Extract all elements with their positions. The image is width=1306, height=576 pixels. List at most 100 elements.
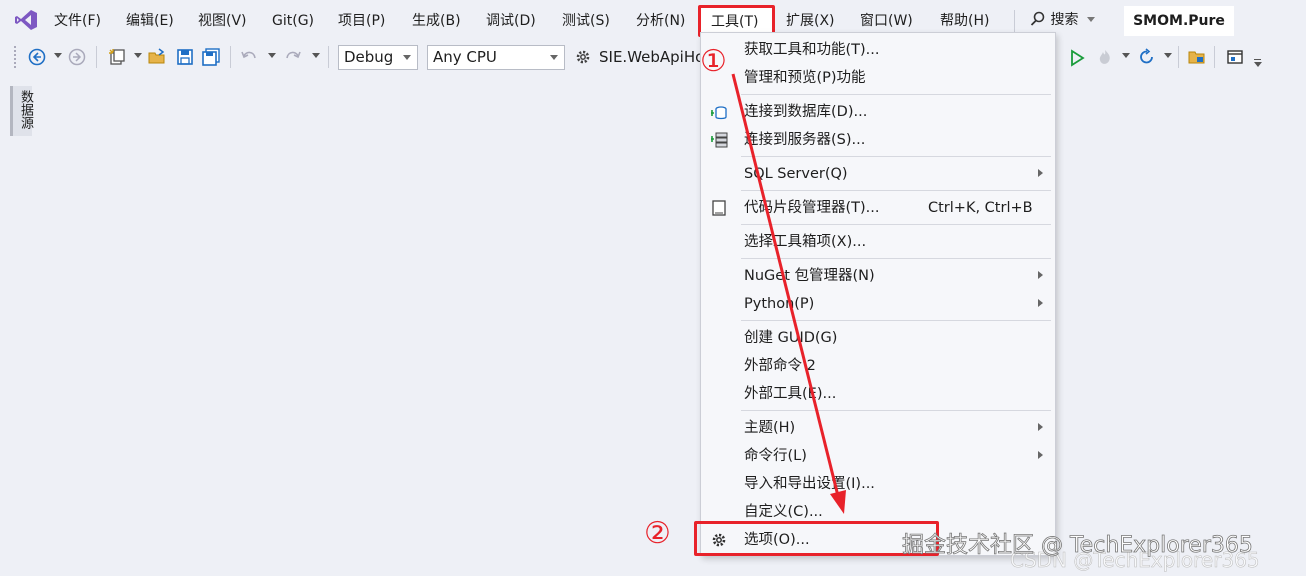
refresh-icon[interactable]	[1138, 48, 1156, 66]
search-button[interactable]: 搜索	[1030, 9, 1095, 31]
menu-item-get-tools-features[interactable]: 获取工具和功能(T)...	[701, 37, 1055, 63]
menu-view[interactable]: 视图(V)	[198, 10, 247, 32]
menu-item-external-tools[interactable]: 外部工具(E)...	[701, 381, 1055, 407]
refresh-dropdown-icon[interactable]	[1164, 53, 1172, 58]
snippet-manager-icon	[712, 200, 726, 216]
undo-dropdown-icon[interactable]	[268, 53, 276, 58]
undo-icon[interactable]	[240, 48, 258, 66]
toolbar-grip[interactable]	[14, 46, 18, 68]
menu-item-choose-toolbox-items[interactable]: 选择工具箱项(X)...	[701, 229, 1055, 255]
open-folder-icon[interactable]	[148, 48, 166, 66]
chevron-down-icon	[403, 55, 411, 60]
menu-item-shortcut: Ctrl+K, Ctrl+B	[928, 200, 1033, 216]
menu-item-label: 命令行(L)	[744, 448, 807, 464]
new-project-icon[interactable]	[108, 48, 126, 66]
redo-dropdown-icon[interactable]	[312, 53, 320, 58]
menu-analyze[interactable]: 分析(N)	[636, 10, 685, 32]
menu-edit[interactable]: 编辑(E)	[126, 10, 174, 32]
submenu-arrow-icon	[1038, 271, 1043, 279]
menu-item-code-snippets-manager[interactable]: 代码片段管理器(T)... Ctrl+K, Ctrl+B	[701, 195, 1055, 221]
menu-git[interactable]: Git(G)	[272, 10, 314, 32]
menu-item-label: NuGet 包管理器(N)	[744, 268, 875, 284]
menu-item-label: Python(P)	[744, 296, 815, 312]
menu-item-create-guid[interactable]: 创建 GUID(G)	[701, 325, 1055, 351]
visual-studio-logo-icon	[15, 10, 37, 30]
menu-item-label: 创建 GUID(G)	[744, 330, 838, 346]
menu-separator	[741, 156, 1051, 157]
menu-debug[interactable]: 调试(D)	[486, 10, 536, 32]
submenu-arrow-icon	[1038, 451, 1043, 459]
search-icon	[1030, 11, 1045, 26]
save-icon[interactable]	[176, 48, 194, 66]
hot-reload-icon[interactable]	[1096, 48, 1114, 66]
toolbar-overflow-chevron-icon[interactable]	[1254, 62, 1262, 67]
menu-divider	[1014, 10, 1015, 32]
new-dropdown-icon[interactable]	[134, 53, 142, 58]
toolbar-separator	[96, 46, 97, 68]
menu-item-external-command-2[interactable]: 外部命令 2	[701, 353, 1055, 379]
database-connect-icon	[711, 106, 727, 120]
solution-name-badge: SMOM.Pure	[1124, 6, 1234, 36]
chevron-down-icon	[550, 55, 558, 60]
menu-item-label: 选择工具箱项(X)...	[744, 234, 867, 250]
gear-icon	[576, 50, 590, 64]
navigate-forward-icon[interactable]	[68, 48, 86, 66]
menu-file[interactable]: 文件(F)	[54, 10, 101, 32]
side-tab-label: 数据源	[18, 90, 33, 129]
toolbar-separator	[328, 46, 329, 68]
menu-bar: 文件(F) 编辑(E) 视图(V) Git(G) 项目(P) 生成(B) 调试(…	[0, 0, 1306, 40]
menu-separator	[741, 258, 1051, 259]
server-connect-icon	[711, 132, 728, 148]
toolbar-separator	[1214, 46, 1215, 68]
menu-item-label: 自定义(C)...	[744, 504, 823, 520]
menu-tools-label: 工具(T)	[711, 14, 759, 30]
menu-window[interactable]: 窗口(W)	[860, 10, 913, 32]
solution-platform-select[interactable]: Any CPU	[427, 45, 565, 70]
menu-item-python[interactable]: Python(P)	[701, 291, 1055, 317]
window-layout-icon[interactable]	[1226, 48, 1244, 66]
menu-item-command-line[interactable]: 命令行(L)	[701, 443, 1055, 469]
menu-separator	[741, 224, 1051, 225]
save-all-icon[interactable]	[202, 48, 220, 66]
search-label: 搜索	[1050, 12, 1079, 28]
menu-build[interactable]: 生成(B)	[412, 10, 461, 32]
navigate-back-icon[interactable]	[28, 48, 46, 66]
menu-item-label: SQL Server(Q)	[744, 166, 848, 182]
menu-item-label: 连接到数据库(D)...	[744, 104, 868, 120]
data-sources-side-tab[interactable]: 数据源	[10, 86, 33, 136]
back-dropdown-icon[interactable]	[54, 53, 62, 58]
menu-project[interactable]: 项目(P)	[338, 10, 385, 32]
start-without-debugging-icon[interactable]	[1068, 49, 1086, 67]
menu-item-label: 获取工具和功能(T)...	[744, 42, 880, 58]
menu-separator	[741, 94, 1051, 95]
solution-explorer-folder-icon[interactable]	[1188, 48, 1206, 66]
standard-toolbar: Debug Any CPU SIE.WebApiHost	[0, 40, 1306, 74]
toolbar-separator	[1178, 46, 1179, 68]
menu-test[interactable]: 测试(S)	[562, 10, 610, 32]
hot-reload-dropdown-icon[interactable]	[1122, 53, 1130, 58]
menu-item-nuget-package-manager[interactable]: NuGet 包管理器(N)	[701, 263, 1055, 289]
submenu-arrow-icon	[1038, 423, 1043, 431]
menu-item-label: 代码片段管理器(T)...	[744, 200, 880, 216]
menu-extensions[interactable]: 扩展(X)	[786, 10, 835, 32]
configuration-value: Debug	[344, 48, 394, 66]
menu-item-manage-preview-features[interactable]: 管理和预览(P)功能	[701, 65, 1055, 91]
menu-item-theme[interactable]: 主题(H)	[701, 415, 1055, 441]
menu-item-label: 外部工具(E)...	[744, 386, 837, 402]
chevron-down-icon	[1086, 17, 1095, 22]
menu-separator	[741, 190, 1051, 191]
step-1-marker: ①	[700, 44, 727, 79]
toolbar-overflow-icon[interactable]	[1254, 59, 1261, 60]
redo-icon[interactable]	[284, 48, 302, 66]
menu-help[interactable]: 帮助(H)	[940, 10, 989, 32]
menu-separator	[741, 410, 1051, 411]
menu-item-connect-database[interactable]: 连接到数据库(D)...	[701, 99, 1055, 125]
menu-item-label: 管理和预览(P)功能	[744, 70, 866, 86]
platform-value: Any CPU	[433, 48, 497, 66]
menu-item-sql-server[interactable]: SQL Server(Q)	[701, 161, 1055, 187]
menu-item-connect-server[interactable]: 连接到服务器(S)...	[701, 127, 1055, 153]
tools-dropdown-menu: 获取工具和功能(T)... 管理和预览(P)功能 连接到数据库(D)... 连接…	[700, 32, 1056, 556]
menu-separator	[741, 320, 1051, 321]
solution-configuration-select[interactable]: Debug	[338, 45, 418, 70]
menu-item-import-export-settings[interactable]: 导入和导出设置(I)...	[701, 471, 1055, 497]
